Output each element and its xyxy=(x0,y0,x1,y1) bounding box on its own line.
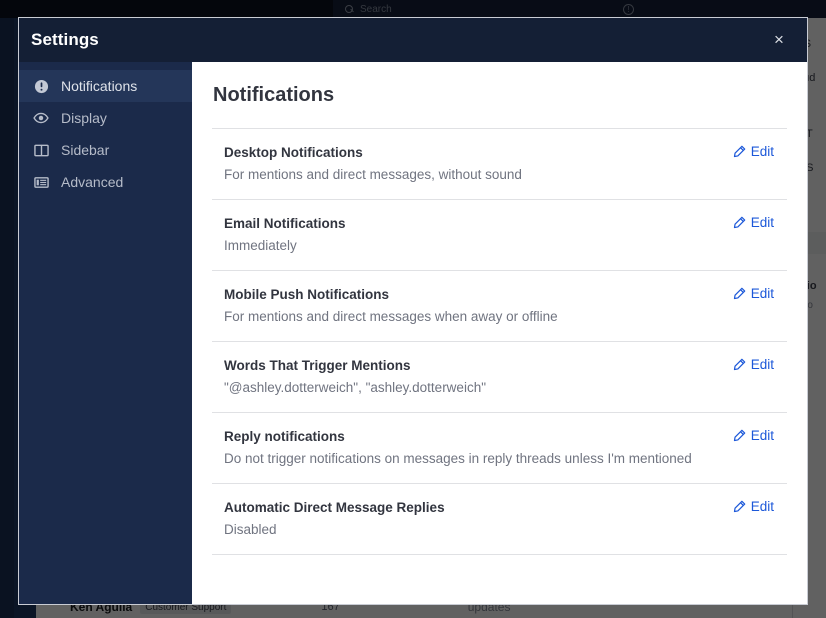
pencil-icon xyxy=(733,500,746,513)
setting-row: Mobile Push Notifications For mentions a… xyxy=(212,271,787,342)
sidebar-item-sidebar[interactable]: Sidebar xyxy=(19,134,192,166)
setting-row: Desktop Notifications For mentions and d… xyxy=(212,129,787,200)
pencil-icon xyxy=(733,358,746,371)
modal-header: Settings × xyxy=(19,18,807,62)
modal-body: Notifications Display Sidebar Advanced N… xyxy=(19,62,807,604)
edit-label: Edit xyxy=(750,499,774,514)
sidebar-item-label: Advanced xyxy=(61,174,124,190)
columns-icon xyxy=(33,142,49,158)
edit-label: Edit xyxy=(750,428,774,443)
edit-button[interactable]: Edit xyxy=(733,357,774,372)
setting-value: Disabled xyxy=(224,522,277,537)
setting-row: Email Notifications Immediately Edit xyxy=(212,200,787,271)
setting-value: "@ashley.dotterweich", "ashley.dotterwei… xyxy=(224,380,486,395)
pencil-icon xyxy=(733,429,746,442)
edit-button[interactable]: Edit xyxy=(733,215,774,230)
edit-button[interactable]: Edit xyxy=(733,144,774,159)
list-panel-icon xyxy=(33,174,49,190)
edit-label: Edit xyxy=(750,357,774,372)
pencil-icon xyxy=(733,287,746,300)
setting-name: Email Notifications xyxy=(224,216,346,231)
edit-label: Edit xyxy=(750,286,774,301)
edit-button[interactable]: Edit xyxy=(733,286,774,301)
edit-button[interactable]: Edit xyxy=(733,499,774,514)
pencil-icon xyxy=(733,216,746,229)
setting-name: Mobile Push Notifications xyxy=(224,287,390,302)
eye-icon xyxy=(33,110,49,126)
setting-row: Automatic Direct Message Replies Disable… xyxy=(212,484,787,555)
sidebar-item-advanced[interactable]: Advanced xyxy=(19,166,192,198)
setting-row: Reply notifications Do not trigger notif… xyxy=(212,413,787,484)
setting-name: Words That Trigger Mentions xyxy=(224,358,411,373)
sidebar-item-display[interactable]: Display xyxy=(19,102,192,134)
sidebar-item-notifications[interactable]: Notifications xyxy=(19,70,192,102)
page-title: Notifications xyxy=(213,84,335,106)
edit-label: Edit xyxy=(750,215,774,230)
setting-name: Reply notifications xyxy=(224,429,345,444)
sidebar-item-label: Sidebar xyxy=(61,142,110,158)
sidebar-item-label: Notifications xyxy=(61,78,138,94)
edit-label: Edit xyxy=(750,144,774,159)
setting-value: Do not trigger notifications on messages… xyxy=(224,451,692,466)
settings-sidebar: Notifications Display Sidebar Advanced xyxy=(19,62,192,604)
setting-name: Desktop Notifications xyxy=(224,145,363,160)
settings-list: Desktop Notifications For mentions and d… xyxy=(212,128,787,555)
setting-name: Automatic Direct Message Replies xyxy=(224,500,445,515)
pencil-icon xyxy=(733,145,746,158)
modal-title: Settings xyxy=(31,30,99,49)
setting-value: For mentions and direct messages when aw… xyxy=(224,309,558,324)
sidebar-item-label: Display xyxy=(61,110,107,126)
settings-content: Notifications Desktop Notifications For … xyxy=(192,62,807,604)
setting-value: Immediately xyxy=(224,238,297,253)
setting-row: Words That Trigger Mentions "@ashley.dot… xyxy=(212,342,787,413)
setting-value: For mentions and direct messages, withou… xyxy=(224,167,522,182)
close-icon[interactable]: × xyxy=(767,28,791,52)
settings-modal: Settings × Notifications Display Sidebar… xyxy=(18,17,808,605)
edit-button[interactable]: Edit xyxy=(733,428,774,443)
alert-circle-icon xyxy=(33,78,49,94)
